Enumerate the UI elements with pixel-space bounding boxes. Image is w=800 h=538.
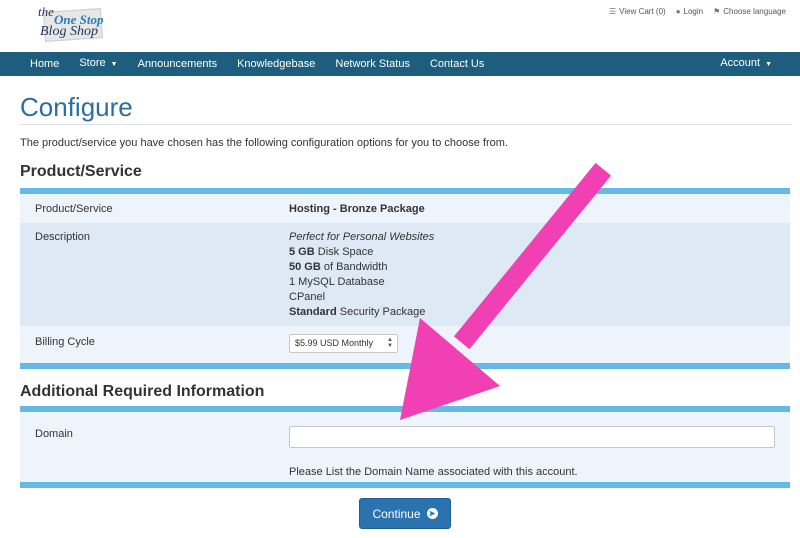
cart-icon: ☰	[608, 7, 617, 16]
additional-section-heading: Additional Required Information	[20, 383, 265, 400]
nav-item-store[interactable]: Store ▼	[69, 51, 127, 77]
nav-item-home[interactable]: Home	[20, 52, 69, 76]
nav-store-label: Store	[79, 57, 106, 69]
header: the One Stop Blog Shop ☰ View Cart (0) ●…	[0, 0, 800, 52]
billing-cycle-label: Billing Cycle	[35, 336, 95, 348]
disk-amount: 5 GB	[289, 246, 315, 258]
nav-contact-us-label: Contact Us	[429, 58, 485, 70]
view-cart-link[interactable]: ☰ View Cart (0)	[609, 7, 666, 16]
continue-button[interactable]: Continue ➤	[359, 498, 451, 529]
main-navbar: Home Store ▼ Announcements Knowledgebase …	[0, 52, 800, 76]
nav-network-status-label: Network Status	[335, 58, 410, 70]
nav-item-announcements[interactable]: Announcements	[128, 52, 228, 76]
choose-language-label: Choose language	[723, 7, 786, 16]
nav-item-network-status[interactable]: Network Status	[325, 52, 420, 76]
nav-right: Account ▼	[710, 52, 782, 76]
logo-blogshop-text: Blog Shop	[40, 24, 98, 39]
cpanel-text: CPanel	[289, 291, 326, 303]
description-row: Description Perfect for Personal Website…	[20, 223, 790, 326]
select-arrows-icon: ▲ ▼	[387, 337, 393, 349]
product-value: Hosting - Bronze Package	[289, 203, 425, 215]
page-intro: The product/service you have chosen has …	[20, 137, 508, 149]
product-section-heading: Product/Service	[20, 163, 142, 180]
bandwidth-text: of Bandwidth	[320, 261, 388, 273]
security-level: Standard	[289, 306, 337, 318]
billing-cycle-selected: $5.99 USD Monthly	[295, 338, 374, 348]
description-label: Description	[35, 231, 91, 243]
nav-item-contact-us[interactable]: Contact Us	[420, 52, 494, 76]
database-text: 1 MySQL Database	[289, 276, 385, 288]
nav-announcements-label: Announcements	[137, 58, 218, 70]
nav-item-knowledgebase[interactable]: Knowledgebase	[227, 52, 325, 76]
product-label: Product/Service	[35, 203, 113, 215]
nav-item-account[interactable]: Account ▼	[710, 51, 782, 77]
billing-cycle-row: Billing Cycle $5.99 USD Monthly ▲ ▼	[20, 326, 790, 363]
continue-label: Continue	[372, 506, 421, 521]
nav-account-label: Account	[720, 57, 761, 69]
user-icon: ●	[675, 7, 681, 16]
caret-down-icon: ▼	[110, 61, 118, 68]
disk-text: Disk Space	[314, 246, 374, 258]
domain-label: Domain	[35, 428, 73, 440]
domain-input[interactable]	[289, 426, 775, 448]
nav-left: Home Store ▼ Announcements Knowledgebase …	[20, 52, 494, 76]
language-icon: ⚑	[713, 7, 721, 16]
login-link[interactable]: ● Login	[676, 7, 703, 16]
bandwidth-amount: 50 GB	[289, 261, 321, 273]
domain-row: Domain Please List the Domain Name assoc…	[20, 412, 790, 482]
security-text: Security Package	[336, 306, 426, 318]
additional-panel: Domain Please List the Domain Name assoc…	[20, 406, 790, 488]
choose-language-link[interactable]: ⚑ Choose language	[713, 7, 786, 16]
caret-down-icon: ▼	[765, 61, 772, 68]
product-row: Product/Service Hosting - Bronze Package	[20, 194, 790, 223]
description-value: Perfect for Personal Websites 5 GB Disk …	[289, 230, 434, 320]
nav-home-label: Home	[30, 58, 60, 70]
description-tagline: Perfect for Personal Websites	[289, 231, 435, 243]
site-logo[interactable]: the One Stop Blog Shop	[36, 4, 112, 46]
page-title: Configure	[20, 92, 133, 122]
top-links: ☰ View Cart (0) ● Login ⚑ Choose languag…	[609, 7, 786, 16]
billing-cycle-select[interactable]: $5.99 USD Monthly ▲ ▼	[289, 334, 398, 353]
nav-knowledgebase-label: Knowledgebase	[237, 58, 316, 70]
product-panel: Product/Service Hosting - Bronze Package…	[20, 188, 790, 369]
view-cart-label: View Cart (0)	[619, 7, 666, 16]
login-label: Login	[683, 7, 704, 16]
domain-help-text: Please List the Domain Name associated w…	[289, 466, 578, 478]
logo-the-text: the	[38, 4, 54, 19]
arrow-circle-right-icon: ➤	[426, 508, 438, 519]
title-divider	[20, 124, 792, 125]
